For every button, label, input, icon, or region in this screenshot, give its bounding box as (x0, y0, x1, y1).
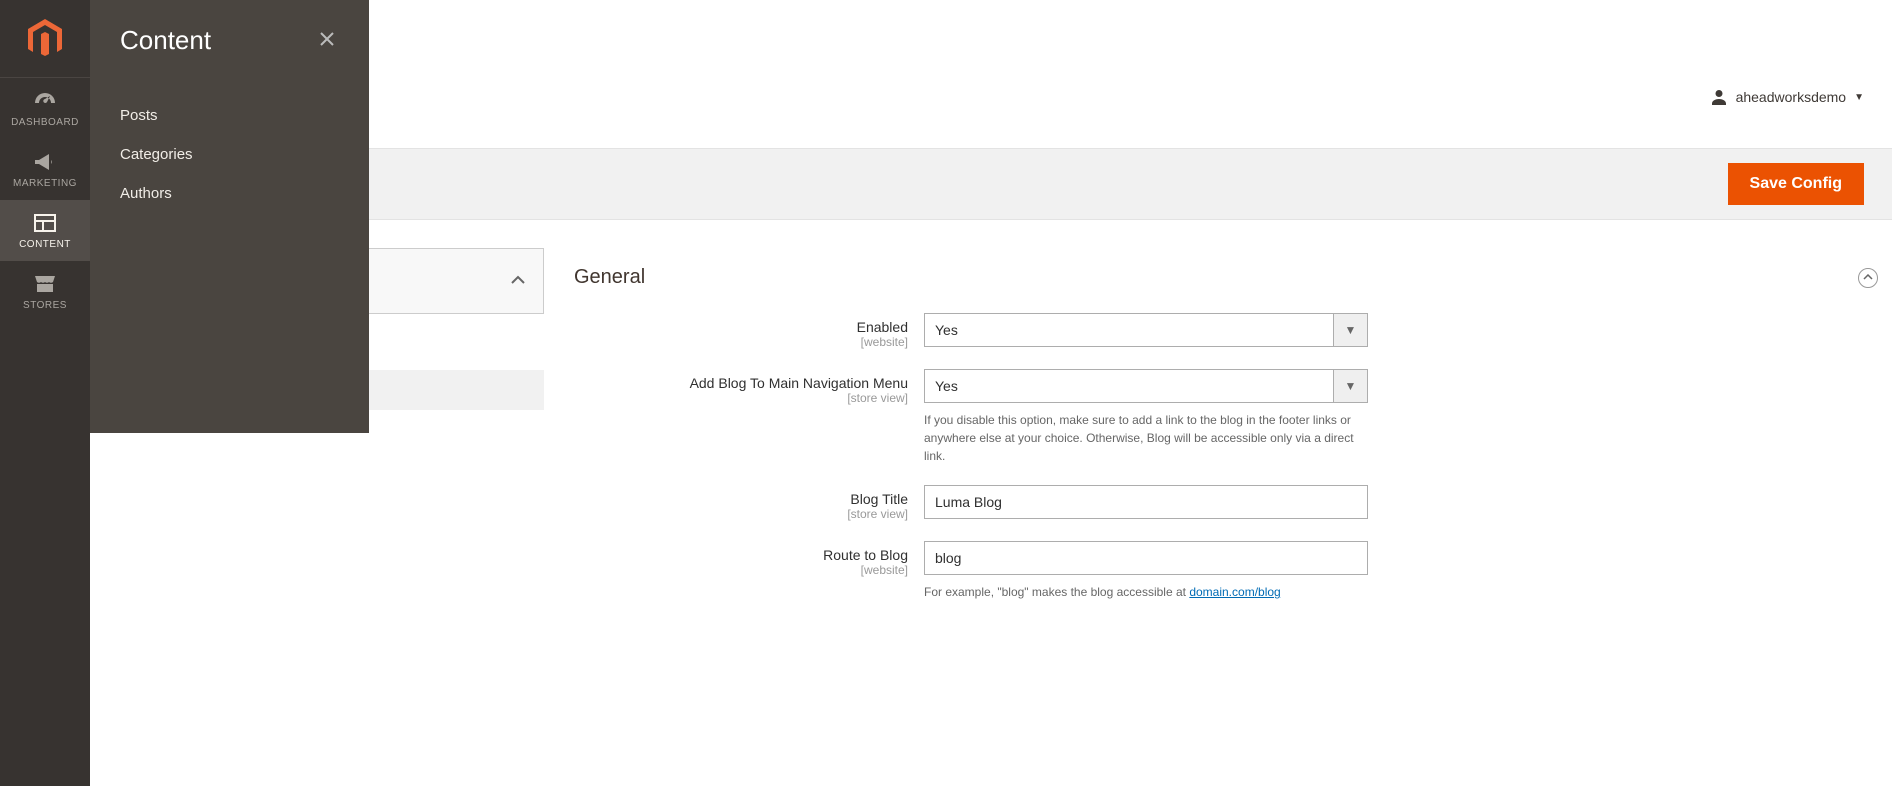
layout-icon (33, 213, 57, 233)
field-label: Add Blog To Main Navigation Menu (574, 375, 908, 391)
field-label: Route to Blog (574, 547, 908, 563)
config-form-area: General Enabled [website] Yes ▼ (544, 248, 1878, 621)
megaphone-icon (33, 152, 57, 172)
field-row-blog-title: Blog Title [store view] (574, 485, 1878, 521)
nav-label-stores: STORES (0, 300, 90, 311)
field-scope: [store view] (574, 391, 908, 405)
nav-item-marketing[interactable]: MARKETING (0, 139, 90, 200)
field-label: Enabled (574, 319, 908, 335)
chevron-down-icon: ▼ (1333, 370, 1367, 402)
field-row-enabled: Enabled [website] Yes ▼ (574, 313, 1878, 349)
hint-link[interactable]: domain.com/blog (1189, 585, 1280, 599)
user-icon (1710, 88, 1728, 106)
field-scope: [website] (574, 335, 908, 349)
add-nav-select[interactable]: Yes ▼ (924, 369, 1368, 403)
user-name: aheadworksdemo (1736, 89, 1847, 105)
select-value: Yes (925, 370, 1333, 402)
caret-down-icon: ▼ (1854, 92, 1864, 103)
hint-text: For example, "blog" makes the blog acces… (924, 585, 1189, 599)
route-input[interactable] (924, 541, 1368, 575)
gauge-icon (33, 91, 57, 111)
blog-title-input[interactable] (924, 485, 1368, 519)
field-scope: [store view] (574, 507, 908, 521)
nav-item-stores[interactable]: STORES (0, 261, 90, 322)
flyout-item-posts[interactable]: Posts (120, 96, 339, 135)
flyout-title: Content (120, 25, 211, 56)
enabled-select[interactable]: Yes ▼ (924, 313, 1368, 347)
field-row-add-nav: Add Blog To Main Navigation Menu [store … (574, 369, 1878, 465)
magento-logo-icon (27, 19, 63, 59)
flyout-item-authors[interactable]: Authors (120, 174, 339, 213)
close-icon[interactable] (315, 27, 339, 55)
store-icon (33, 274, 57, 294)
section-title: General (574, 266, 645, 289)
user-menu[interactable]: aheadworksdemo ▼ (1710, 88, 1864, 106)
nav-item-content[interactable]: CONTENT (0, 200, 90, 261)
field-scope: [website] (574, 563, 908, 577)
select-value: Yes (925, 314, 1333, 346)
content-flyout-panel: Content Posts Categories Authors (90, 0, 369, 433)
nav-label-content: CONTENT (0, 239, 90, 250)
main-nav-sidebar: DASHBOARD MARKETING CONTENT STORES (0, 0, 90, 786)
chevron-down-icon: ▼ (1333, 314, 1367, 346)
flyout-item-categories[interactable]: Categories (120, 135, 339, 174)
nav-label-dashboard: DASHBOARD (0, 117, 90, 128)
field-row-route: Route to Blog [website] For example, "bl… (574, 541, 1878, 601)
section-collapse-toggle[interactable] (1858, 268, 1878, 288)
nav-item-dashboard[interactable]: DASHBOARD (0, 78, 90, 139)
field-label: Blog Title (574, 491, 908, 507)
chevron-up-icon (1863, 274, 1873, 281)
x-icon (319, 31, 335, 47)
field-hint: For example, "blog" makes the blog acces… (924, 583, 1368, 601)
save-config-button[interactable]: Save Config (1728, 163, 1864, 205)
nav-label-marketing: MARKETING (0, 178, 90, 189)
chevron-up-icon (511, 272, 525, 290)
field-hint: If you disable this option, make sure to… (924, 411, 1368, 465)
magento-logo[interactable] (0, 0, 90, 78)
